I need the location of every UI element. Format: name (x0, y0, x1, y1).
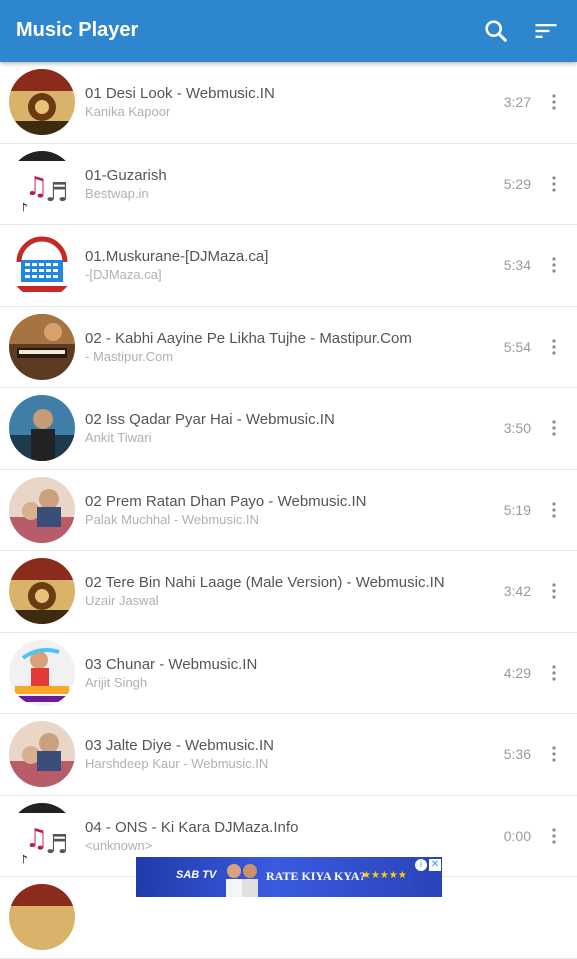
more-options-icon[interactable] (544, 742, 564, 766)
svg-text:♬: ♬ (45, 178, 68, 208)
album-art (9, 395, 75, 461)
svg-text:♪: ♪ (19, 201, 28, 217)
song-artist: - Mastipur.Com (85, 348, 174, 364)
song-row[interactable]: 03 Jalte Diye - Webmusic.IN Harshdeep Ka… (0, 714, 577, 796)
svg-text:♪: ♪ (19, 853, 28, 869)
album-art (9, 69, 75, 135)
ad-stars: ★★★★★ (362, 870, 407, 881)
album-art (9, 884, 75, 950)
sort-icon[interactable] (532, 17, 560, 45)
ad-banner[interactable]: SAB TV RATE KIYA KYA? ★★★★★ i ✕ (136, 857, 442, 897)
song-list: 01 Desi Look - Webmusic.IN Kanika Kapoor… (0, 62, 577, 959)
song-row[interactable]: 02 Prem Ratan Dhan Payo - Webmusic.IN Pa… (0, 470, 577, 551)
album-art (9, 232, 75, 298)
more-options-icon[interactable] (544, 416, 564, 440)
song-title: 02 Tere Bin Nahi Laage (Male Version) - … (85, 574, 445, 591)
song-artist: Kanika Kapoor (85, 104, 171, 119)
album-art (9, 476, 75, 543)
album-art (9, 721, 75, 787)
song-title: 02 Prem Ratan Dhan Payo - Webmusic.IN (85, 492, 367, 510)
ad-close-icon[interactable]: ✕ (429, 859, 441, 871)
song-row[interactable]: 02 Tere Bin Nahi Laage (Male Version) - … (0, 551, 577, 633)
app-title: Music Player (16, 19, 139, 41)
song-artist: Ankit Tiwari (85, 430, 152, 445)
song-title: 02 Iss Qadar Pyar Hai - Webmusic.IN (85, 411, 335, 428)
more-options-icon[interactable] (544, 335, 564, 359)
song-title: 03 Jalte Diye - Webmusic.IN (85, 737, 274, 754)
more-options-icon[interactable] (544, 579, 564, 603)
app-bar: Music Player (0, 0, 577, 62)
more-options-icon[interactable] (544, 172, 564, 196)
song-title: 01-Guzarish (85, 166, 167, 184)
song-artist: Palak Muchhal - Webmusic.IN (85, 511, 259, 527)
more-options-icon[interactable] (544, 661, 564, 685)
song-duration: 5:29 (503, 175, 531, 192)
song-duration: 4:29 (503, 664, 531, 681)
song-duration: 3:42 (503, 583, 531, 599)
song-duration: 3:50 (503, 420, 531, 436)
more-options-icon[interactable] (544, 253, 564, 277)
ad-text: RATE KIYA KYA? (266, 869, 366, 883)
album-art: ♫ ♬ ♪ (9, 150, 75, 217)
song-title: 01.Muskurane-[DJMaza.ca] (85, 248, 269, 265)
search-icon[interactable] (482, 17, 510, 45)
svg-text:♬: ♬ (45, 830, 68, 860)
more-options-icon[interactable] (544, 498, 564, 522)
song-artist: Harshdeep Kaur - Webmusic.IN (85, 756, 269, 771)
album-art (9, 558, 75, 624)
song-artist: Uzair Jaswal (85, 593, 159, 608)
song-title: 02 - Kabhi Aayine Pe Likha Tujhe - Masti… (85, 329, 412, 347)
song-row[interactable]: 01 Desi Look - Webmusic.IN Kanika Kapoor… (0, 62, 577, 144)
song-duration: 5:34 (503, 257, 531, 273)
song-title: 04 - ONS - Ki Kara DJMaza.Info (85, 818, 299, 836)
song-row[interactable]: 01.Muskurane-[DJMaza.ca] -[DJMaza.ca] 5:… (0, 225, 577, 307)
more-options-icon[interactable] (544, 90, 564, 114)
song-row[interactable]: 03 Chunar - Webmusic.IN Arijit Singh 4:2… (0, 633, 577, 714)
song-duration: 5:19 (503, 501, 531, 518)
song-row[interactable]: 02 - Kabhi Aayine Pe Likha Tujhe - Masti… (0, 307, 577, 388)
song-title: 01 Desi Look - Webmusic.IN (85, 85, 275, 102)
ad-people-image (226, 864, 258, 897)
song-duration: 0:00 (503, 827, 531, 844)
song-duration: 5:54 (503, 338, 531, 355)
song-row[interactable]: 02 Iss Qadar Pyar Hai - Webmusic.IN Anki… (0, 388, 577, 470)
song-artist: Arijit Singh (85, 674, 148, 690)
album-art: ♫ ♬ ♪ (9, 802, 75, 869)
song-row[interactable]: ♫ ♬ ♪ 01-Guzarish Bestwap.in 5:29 (0, 144, 577, 225)
song-duration: 5:36 (503, 746, 531, 762)
song-title: 03 Chunar - Webmusic.IN (85, 655, 258, 673)
album-art (9, 313, 75, 380)
ad-info-icon[interactable]: i (415, 859, 427, 871)
song-artist: -[DJMaza.ca] (85, 267, 162, 282)
ad-brand: SAB TV (176, 869, 217, 881)
song-artist: <unknown> (85, 837, 153, 853)
album-art (9, 639, 75, 706)
song-duration: 3:27 (503, 94, 531, 110)
more-options-icon[interactable] (544, 824, 564, 848)
song-artist: Bestwap.in (85, 185, 149, 201)
